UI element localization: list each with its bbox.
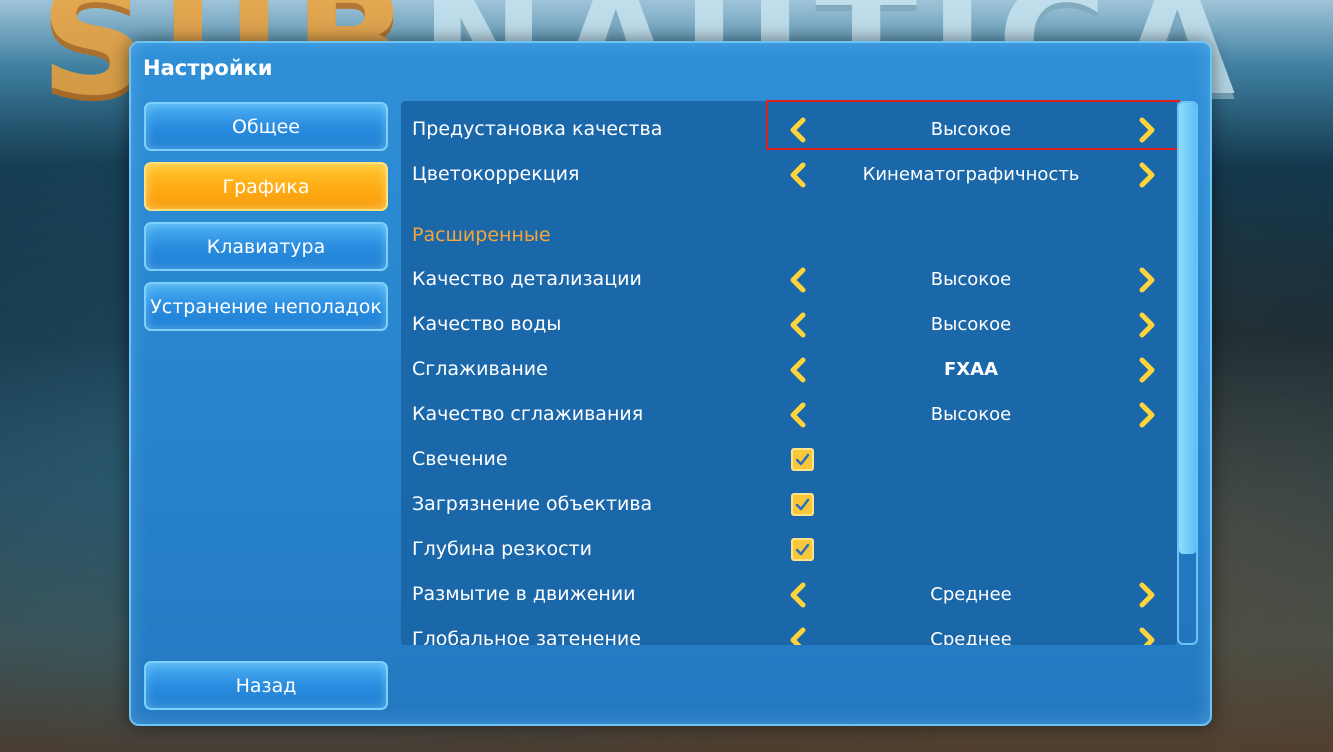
- checkmark-icon: [795, 498, 810, 511]
- setting-row-water-quality: Качество воды Высокое: [401, 302, 1177, 347]
- setting-value: Высокое: [930, 269, 1012, 290]
- chevron-right-icon[interactable]: [1132, 152, 1162, 197]
- chevron-left-icon[interactable]: [783, 617, 813, 645]
- scrollbar-thumb[interactable]: [1179, 103, 1196, 554]
- nav-tab-troubleshooting[interactable]: Устранение неполадок: [144, 282, 388, 331]
- checkmark-icon: [795, 453, 810, 466]
- setting-value: Высокое: [930, 314, 1012, 335]
- setting-row-lens-dirt: Загрязнение объектива: [401, 482, 1177, 527]
- chevron-left-icon[interactable]: [783, 107, 813, 152]
- setting-value: Высокое: [930, 119, 1012, 140]
- bloom-checkbox[interactable]: [791, 448, 814, 471]
- nav-tab-keyboard[interactable]: Клавиатура: [144, 222, 388, 271]
- setting-row-color-grading: Цветокоррекция Кинематографичность: [401, 152, 1177, 197]
- setting-label: Качество детализации: [412, 268, 642, 290]
- setting-row-motion-blur: Размытие в движении Среднее: [401, 572, 1177, 617]
- setting-label: Глобальное затенение: [412, 628, 641, 645]
- setting-row-bloom: Свечение: [401, 437, 1177, 482]
- chevron-right-icon[interactable]: [1132, 257, 1162, 302]
- setting-row-quality-preset: Предустановка качества Высокое: [401, 107, 1177, 152]
- setting-value: Кинематографичность: [862, 164, 1080, 185]
- chevron-left-icon[interactable]: [783, 302, 813, 347]
- setting-value: Высокое: [930, 404, 1012, 425]
- setting-row-depth-of-field: Глубина резкости: [401, 527, 1177, 572]
- section-title-advanced: Расширенные: [412, 224, 551, 246]
- nav-tab-general[interactable]: Общее: [144, 102, 388, 151]
- chevron-left-icon[interactable]: [783, 152, 813, 197]
- depth-of-field-checkbox[interactable]: [791, 538, 814, 561]
- setting-label: Качество воды: [412, 313, 562, 335]
- setting-value: FXAA: [943, 359, 999, 380]
- nav-tab-graphics[interactable]: Графика: [144, 162, 388, 211]
- chevron-left-icon[interactable]: [783, 572, 813, 617]
- setting-label: Сглаживание: [412, 358, 548, 380]
- setting-label: Цветокоррекция: [412, 163, 580, 185]
- chevron-left-icon[interactable]: [783, 392, 813, 437]
- checkmark-icon: [795, 543, 810, 556]
- setting-value: Среднее: [930, 584, 1012, 605]
- setting-row-antialiasing-quality: Качество сглаживания Высокое: [401, 392, 1177, 437]
- chevron-right-icon[interactable]: [1132, 347, 1162, 392]
- chevron-right-icon[interactable]: [1132, 392, 1162, 437]
- back-button[interactable]: Назад: [144, 661, 388, 710]
- setting-value: Среднее: [930, 629, 1012, 645]
- chevron-left-icon[interactable]: [783, 257, 813, 302]
- setting-label: Загрязнение объектива: [412, 493, 653, 515]
- setting-label: Предустановка качества: [412, 118, 663, 140]
- setting-row-detail-quality: Качество детализации Высокое: [401, 257, 1177, 302]
- setting-row-antialiasing: Сглаживание FXAA: [401, 347, 1177, 392]
- lens-dirt-checkbox[interactable]: [791, 493, 814, 516]
- chevron-right-icon[interactable]: [1132, 107, 1162, 152]
- chevron-left-icon[interactable]: [783, 347, 813, 392]
- chevron-right-icon[interactable]: [1132, 572, 1162, 617]
- chevron-right-icon[interactable]: [1132, 617, 1162, 645]
- graphics-settings-list: Предустановка качества Высокое Цветокорр…: [401, 101, 1177, 645]
- panel-title: Настройки: [143, 56, 273, 80]
- setting-label: Качество сглаживания: [412, 403, 644, 425]
- setting-row-ambient-occlusion: Глобальное затенение Среднее: [401, 617, 1177, 645]
- setting-label: Глубина резкости: [412, 538, 592, 560]
- chevron-right-icon[interactable]: [1132, 302, 1162, 347]
- setting-label: Размытие в движении: [412, 583, 636, 605]
- setting-label: Свечение: [412, 448, 508, 470]
